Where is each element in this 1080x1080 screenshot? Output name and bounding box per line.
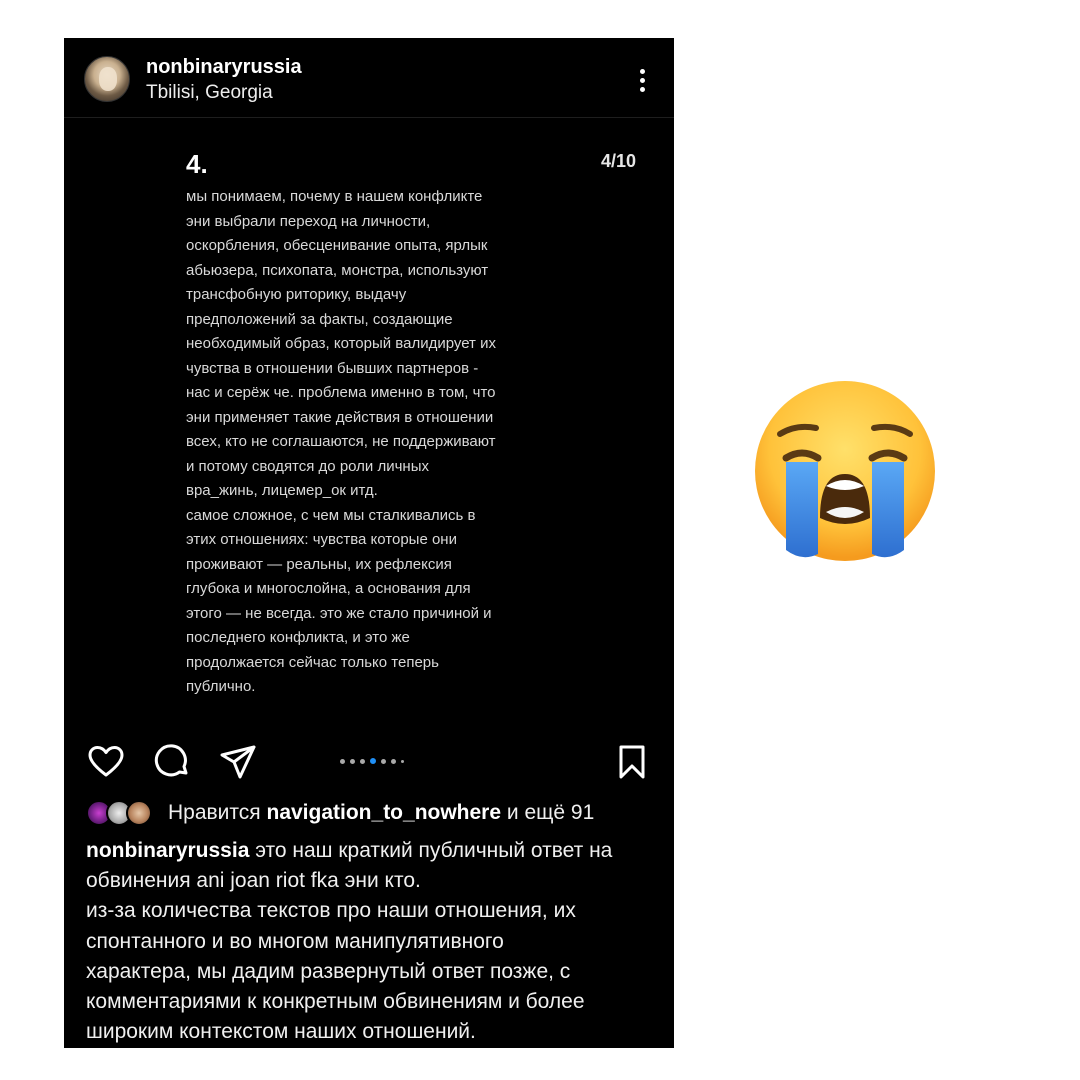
caption-username[interactable]: nonbinaryrussia	[86, 839, 249, 862]
post-location[interactable]: Tbilisi, Georgia	[146, 82, 273, 104]
likes-prefix: Нравится	[168, 801, 267, 824]
likes-row[interactable]: Нравится navigation_to_nowhere и ещё 91	[86, 798, 666, 828]
slide-number: 4.	[186, 149, 208, 179]
post-username[interactable]: nonbinaryrussia	[146, 56, 302, 79]
post-caption: nonbinaryrussia это наш краткий публичны…	[86, 836, 666, 1047]
likes-suffix: и ещё 91	[501, 801, 595, 824]
carousel-dot	[381, 758, 386, 764]
send-icon[interactable]	[218, 742, 258, 782]
carousel-dot	[391, 758, 396, 764]
carousel-dot	[360, 758, 365, 764]
carousel-dot	[340, 758, 345, 764]
slide-text: мы понимаем, почему в нашем конфликте эн…	[186, 188, 496, 695]
carousel-dot	[401, 759, 404, 763]
avatar	[126, 800, 152, 826]
likes-text[interactable]: Нравится navigation_to_nowhere и ещё 91	[168, 801, 594, 825]
heart-icon[interactable]	[86, 742, 126, 782]
action-bar	[64, 738, 674, 786]
carousel-slide[interactable]: 4. 4/10 мы понимаем, почему в нашем конф…	[64, 119, 674, 729]
slide-counter: 4/10	[600, 151, 636, 171]
carousel-dot	[350, 758, 355, 764]
instagram-post: nonbinaryrussia Tbilisi, Georgia 4. 4/10…	[64, 38, 674, 1048]
post-header: nonbinaryrussia Tbilisi, Georgia	[64, 38, 674, 118]
carousel-indicator	[340, 758, 404, 764]
caption-text: это наш краткий публичный ответ на обвин…	[86, 839, 613, 1044]
loudly-crying-face-icon	[752, 378, 938, 564]
liked-by-avatars	[86, 800, 158, 826]
bookmark-icon[interactable]	[612, 742, 652, 782]
more-options-icon[interactable]	[628, 62, 656, 98]
comment-icon[interactable]	[152, 742, 192, 782]
carousel-dot-active	[370, 758, 376, 764]
avatar[interactable]	[84, 56, 130, 102]
likes-user[interactable]: navigation_to_nowhere	[267, 801, 502, 824]
